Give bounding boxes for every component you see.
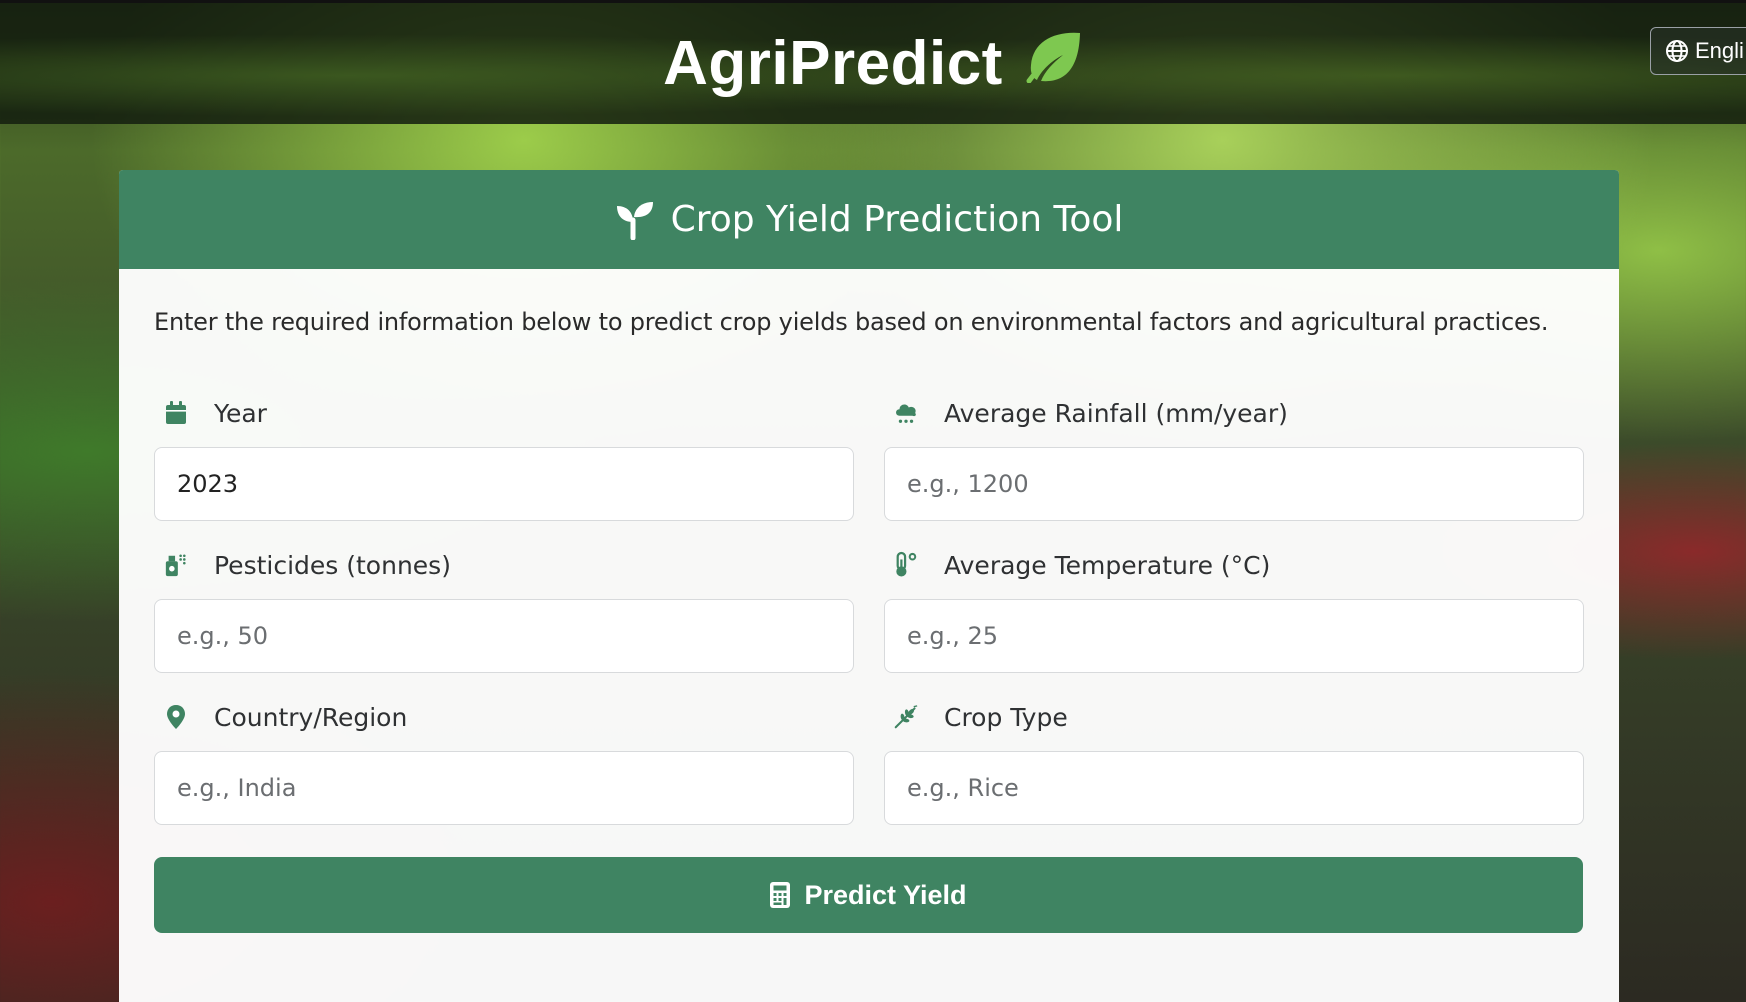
crop-field-group: Crop Type xyxy=(884,700,1584,825)
language-label: Engli xyxy=(1695,38,1744,63)
crop-input[interactable] xyxy=(884,751,1584,825)
prediction-card: Crop Yield Prediction Tool Enter the req… xyxy=(119,170,1619,1002)
top-navbar: AgriPredict Engli xyxy=(0,0,1746,124)
country-field-group: Country/Region xyxy=(154,700,854,825)
rainfall-input[interactable] xyxy=(884,447,1584,521)
temperature-field-group: Average Temperature (°C) xyxy=(884,548,1584,673)
temperature-input[interactable] xyxy=(884,599,1584,673)
map-pin-icon xyxy=(164,703,188,731)
intro-text: Enter the required information below to … xyxy=(154,308,1549,336)
pesticides-label: Pesticides (tonnes) xyxy=(214,550,451,580)
predict-yield-button[interactable]: Predict Yield xyxy=(154,857,1583,933)
year-label: Year xyxy=(214,398,267,428)
card-header: Crop Yield Prediction Tool xyxy=(119,170,1619,269)
pesticides-field-group: Pesticides (tonnes) xyxy=(154,548,854,673)
year-input[interactable] xyxy=(154,447,854,521)
cloud-rain-icon xyxy=(894,399,918,427)
seedling-icon xyxy=(616,201,653,240)
rainfall-label: Average Rainfall (mm/year) xyxy=(944,398,1288,428)
predict-yield-label: Predict Yield xyxy=(804,879,967,910)
card-title: Crop Yield Prediction Tool xyxy=(670,199,1124,240)
temperature-label: Average Temperature (°C) xyxy=(944,550,1271,580)
calculator-icon xyxy=(770,882,791,908)
leaf-icon xyxy=(1025,24,1083,102)
brand: AgriPredict xyxy=(0,25,1746,103)
crop-label: Crop Type xyxy=(944,702,1068,732)
globe-icon xyxy=(1666,40,1688,62)
pesticides-input[interactable] xyxy=(154,599,854,673)
spray-can-icon xyxy=(164,551,188,579)
calendar-icon xyxy=(164,399,188,427)
rainfall-field-group: Average Rainfall (mm/year) xyxy=(884,396,1584,521)
year-field-group: Year xyxy=(154,396,854,521)
country-label: Country/Region xyxy=(214,702,408,732)
country-input[interactable] xyxy=(154,751,854,825)
language-selector[interactable]: Engli xyxy=(1650,27,1746,75)
thermometer-icon xyxy=(894,551,918,579)
wheat-icon xyxy=(894,703,918,731)
brand-title: AgriPredict xyxy=(663,29,1003,98)
